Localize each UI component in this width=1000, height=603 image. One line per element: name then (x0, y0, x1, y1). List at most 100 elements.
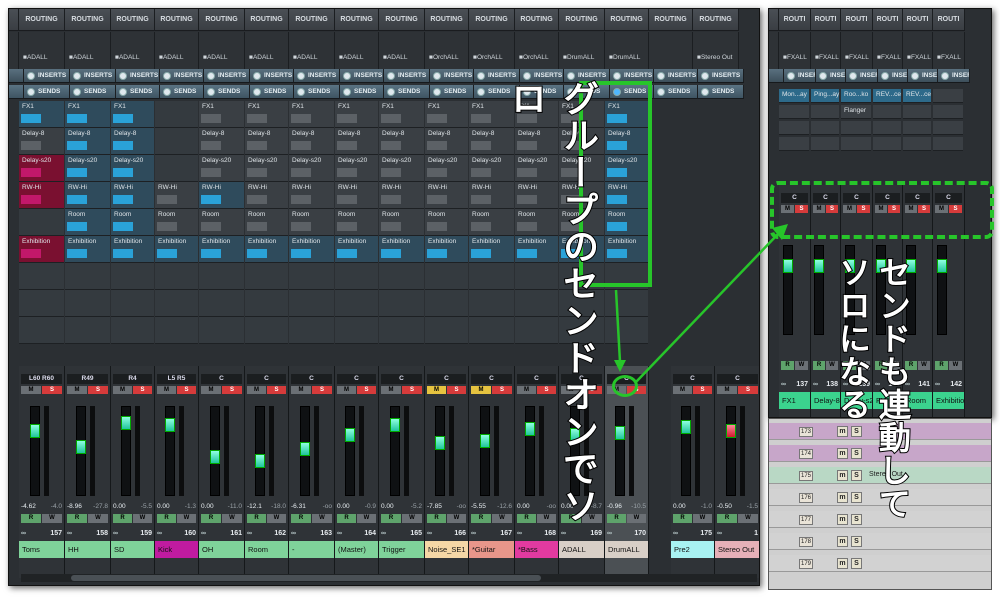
send-level-bar[interactable] (201, 249, 221, 258)
solo-button[interactable]: S (357, 386, 376, 394)
peak-value[interactable]: -1.3 (185, 503, 196, 510)
mute-button[interactable]: M (157, 386, 176, 394)
volume-value[interactable]: -6.31 (291, 503, 306, 510)
read-automation-button[interactable]: R (673, 514, 692, 523)
send-level-bar[interactable] (291, 168, 311, 177)
send-level-bar[interactable] (337, 168, 357, 177)
inserts-power-icon[interactable] (297, 72, 305, 80)
sends-power-icon[interactable] (657, 88, 665, 96)
send-level-bar[interactable] (291, 141, 311, 150)
send-slot[interactable] (245, 317, 288, 344)
write-automation-button[interactable]: W (447, 514, 466, 523)
send-slot[interactable]: RW-Hi (19, 182, 64, 209)
send-level-bar[interactable] (113, 141, 133, 150)
inserts-toggle-6[interactable]: INSERTS (294, 69, 340, 83)
volume-fader-track[interactable] (30, 406, 40, 496)
sends-toggle-0[interactable]: SENDS (24, 85, 70, 99)
sends-power-icon[interactable] (297, 88, 305, 96)
solo-button[interactable]: S (88, 386, 108, 394)
routing-output-2[interactable]: ■FXALL (841, 32, 873, 70)
routing-output-5[interactable]: ■FXALL (933, 32, 965, 70)
send-slot[interactable] (199, 290, 244, 317)
send-slot[interactable] (155, 263, 198, 290)
solo-button[interactable]: S (222, 386, 242, 394)
send-level-bar[interactable] (471, 141, 491, 150)
send-slot[interactable]: Delay-8 (65, 128, 110, 155)
channel-name[interactable]: Pre2 (671, 541, 714, 558)
routing-label[interactable]: ROUTING (65, 9, 111, 31)
inserts-power-icon[interactable] (701, 72, 709, 80)
routing-label[interactable]: ROUTING (155, 9, 199, 31)
insert-slot[interactable] (933, 137, 963, 151)
write-automation-button[interactable]: W (133, 514, 152, 523)
channel-name[interactable]: SD (111, 541, 154, 558)
sends-toggle-8[interactable]: SENDS (384, 85, 430, 99)
send-level-bar[interactable] (157, 222, 177, 231)
volume-fader-handle[interactable] (345, 428, 355, 442)
send-level-bar[interactable] (21, 195, 41, 204)
send-level-bar[interactable] (201, 168, 221, 177)
inserts-toggle-5[interactable]: INSERTS (250, 69, 294, 83)
sends-toggle-3[interactable]: SENDS (160, 85, 204, 99)
volume-fader-handle[interactable] (814, 259, 824, 273)
send-slot[interactable]: Delay-s20 (425, 155, 468, 182)
send-slot[interactable] (65, 263, 110, 290)
write-automation-button[interactable]: W (693, 514, 712, 523)
track-solo-button[interactable]: S (851, 536, 862, 547)
routing-output-3[interactable]: ■FXALL (873, 32, 903, 70)
send-slot[interactable] (335, 317, 378, 344)
volume-value[interactable]: 0.00 (381, 503, 394, 510)
send-level-bar[interactable] (21, 114, 41, 123)
send-slot[interactable] (245, 263, 288, 290)
mute-button[interactable]: M (471, 386, 491, 394)
inserts-toggle-2[interactable]: INSERTS (846, 69, 878, 83)
send-slot[interactable]: Exhibition (199, 236, 244, 263)
routing-output-1[interactable]: ■ADALL (65, 32, 111, 70)
send-level-bar[interactable] (113, 249, 133, 258)
send-slot[interactable]: Delay-8 (335, 128, 378, 155)
insert-slot[interactable] (811, 121, 839, 135)
volume-fader-track[interactable] (345, 406, 355, 496)
send-slot[interactable] (19, 209, 64, 236)
send-slot[interactable]: Exhibition (289, 236, 334, 263)
routing-label[interactable]: ROUTING (19, 9, 65, 31)
insert-slot[interactable] (903, 105, 931, 119)
write-automation-button[interactable]: W (738, 514, 758, 523)
routing-output-1[interactable]: ■FXALL (811, 32, 841, 70)
send-slot[interactable] (111, 317, 154, 344)
send-slot[interactable]: FX1 (111, 101, 154, 128)
routing-label[interactable]: ROUTING (245, 9, 289, 31)
inserts-power-icon[interactable] (387, 72, 395, 80)
solo-button[interactable]: S (402, 386, 422, 394)
inserts-toggle-0[interactable]: INSERTS (784, 69, 816, 83)
insert-slot[interactable] (903, 121, 931, 135)
send-slot[interactable]: Exhibition (379, 236, 424, 263)
sends-power-icon[interactable] (433, 88, 441, 96)
track-solo-button[interactable]: S (851, 514, 862, 525)
solo-button[interactable]: S (133, 386, 152, 394)
routing-output-11[interactable]: ■OrchALL (515, 32, 559, 70)
routing-output-12[interactable]: ■DrumALL (559, 32, 605, 70)
volume-fader-handle[interactable] (165, 418, 175, 432)
volume-fader-handle[interactable] (615, 426, 625, 440)
read-automation-button[interactable]: R (21, 514, 41, 523)
routing-output-4[interactable]: ■ADALL (199, 32, 245, 70)
read-automation-button[interactable]: R (813, 361, 825, 370)
channel-name[interactable]: - (289, 541, 334, 558)
read-automation-button[interactable]: R (247, 514, 266, 523)
inserts-toggle-1[interactable]: INSERTS (816, 69, 846, 83)
send-slot[interactable]: FX1 (245, 101, 288, 128)
inserts-power-icon[interactable] (207, 72, 215, 80)
insert-slot[interactable] (811, 137, 839, 151)
send-slot[interactable]: Delay-8 (199, 128, 244, 155)
volume-fader-handle[interactable] (783, 259, 793, 273)
send-slot[interactable]: Delay-s20 (199, 155, 244, 182)
send-slot[interactable] (19, 290, 64, 317)
track-mute-button[interactable]: m (837, 536, 848, 547)
insert-slot[interactable] (933, 121, 963, 135)
peak-value[interactable]: -1.5 (747, 503, 758, 510)
channel-name[interactable]: Kick (155, 541, 198, 558)
volume-fader-handle[interactable] (121, 416, 131, 430)
pan-control[interactable]: C (291, 374, 332, 384)
volume-fader-handle[interactable] (937, 259, 947, 273)
